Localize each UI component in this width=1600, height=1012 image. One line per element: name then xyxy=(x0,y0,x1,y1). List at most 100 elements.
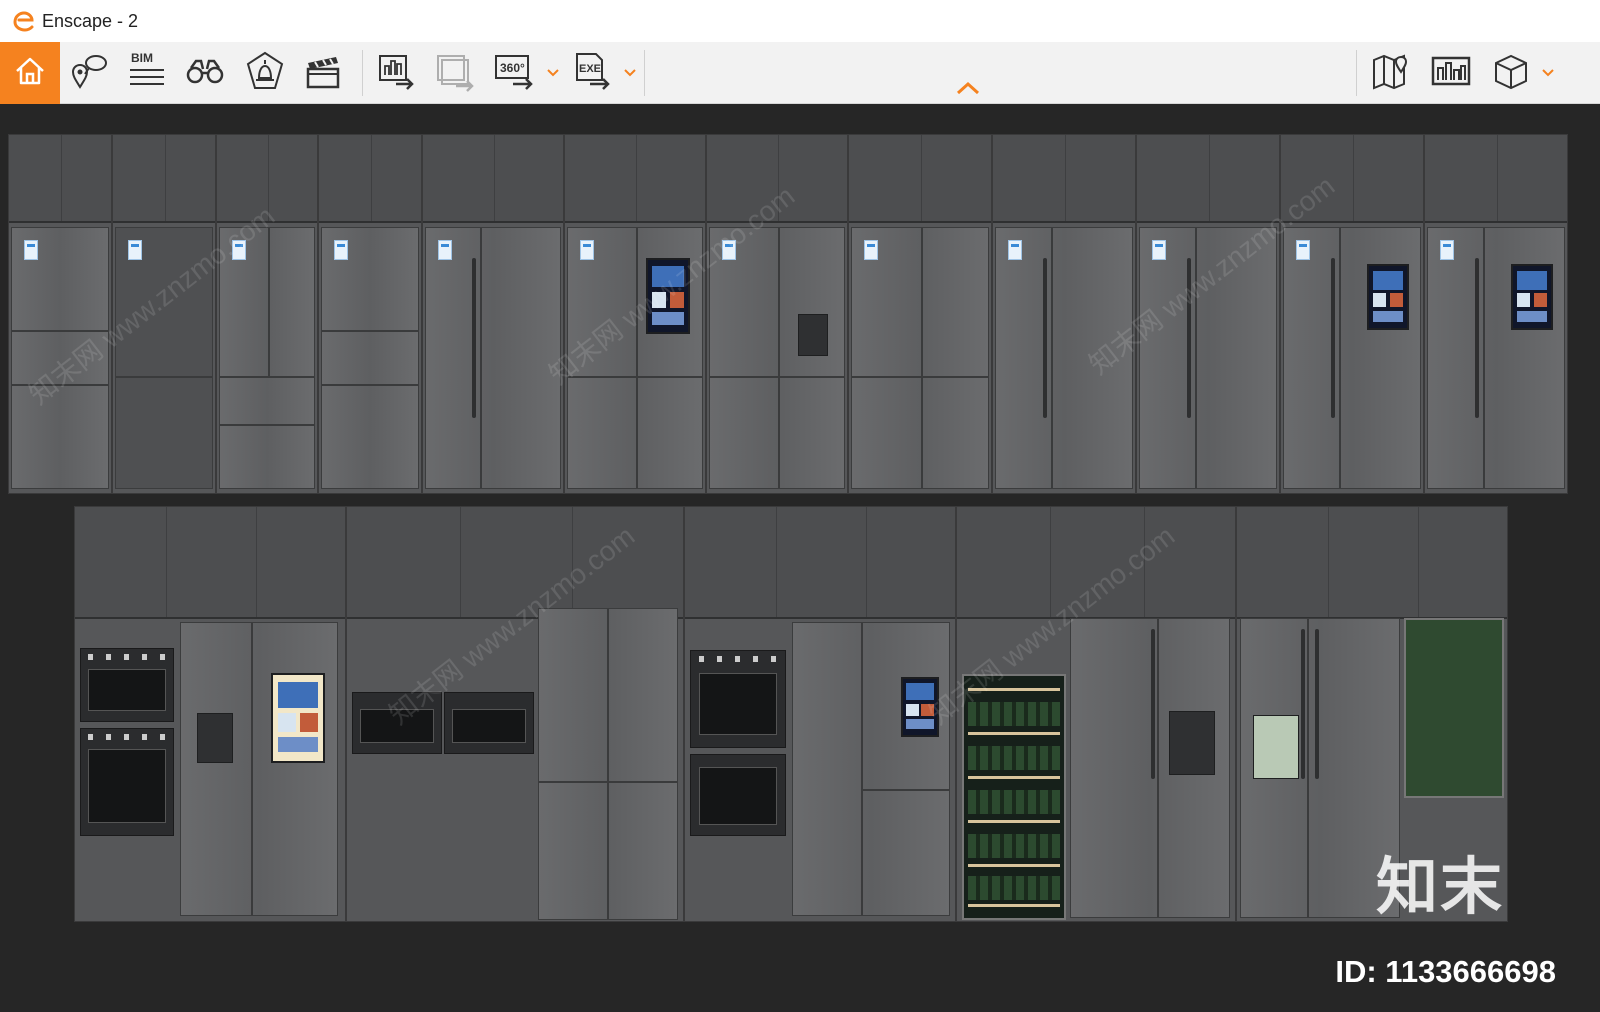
energy-label-sticker xyxy=(864,240,878,260)
object-dropdown[interactable] xyxy=(1540,64,1556,82)
home-button[interactable] xyxy=(0,42,60,104)
cabinet-seam xyxy=(1418,507,1419,617)
video-editor-button[interactable] xyxy=(294,42,352,104)
door-seam xyxy=(480,228,482,488)
door-handle xyxy=(1331,258,1335,418)
cabinet-unit xyxy=(706,134,848,494)
upper-cabinet xyxy=(1137,135,1279,223)
screen-content xyxy=(1389,293,1404,307)
bim-button[interactable]: BIM xyxy=(118,42,176,104)
wine-cooler xyxy=(962,674,1066,920)
collapse-toolbar-button[interactable] xyxy=(954,80,982,100)
panorama-dropdown[interactable] xyxy=(545,64,561,82)
binoculars-icon xyxy=(185,51,225,96)
screen-content xyxy=(1516,310,1548,322)
panorama-360-icon: 360° xyxy=(493,50,537,97)
water-dispenser xyxy=(1253,715,1299,779)
chevron-down-icon xyxy=(1542,64,1554,82)
screen-content xyxy=(906,703,919,716)
door-handle xyxy=(1187,258,1191,418)
upper-cabinet xyxy=(849,135,991,223)
map-button[interactable] xyxy=(1362,42,1420,104)
cabinet-seam xyxy=(371,135,372,221)
wine-bottles xyxy=(968,834,1060,858)
door-seam xyxy=(852,376,988,378)
oven-window xyxy=(88,749,166,823)
refrigerator xyxy=(321,227,419,489)
cabinet-seam xyxy=(866,507,867,617)
asset-library-button[interactable] xyxy=(1422,42,1480,104)
cabinet-unit xyxy=(8,134,112,494)
render-viewport[interactable]: 知末网 www.znzmo.com 知末网 www.znzmo.com 知末网 … xyxy=(0,104,1600,1012)
fridge-touch-screen xyxy=(901,677,939,737)
wine-bottles xyxy=(968,746,1060,770)
chevron-down-icon xyxy=(624,64,636,82)
fridge-touch-screen xyxy=(646,258,690,334)
upper-cabinet xyxy=(707,135,847,223)
built-in-coffee-machine xyxy=(444,692,534,754)
door-seam xyxy=(1157,619,1159,917)
energy-label-sticker xyxy=(438,240,452,260)
screen-content xyxy=(300,712,318,732)
main-toolbar: BIM 360° EXE xyxy=(0,42,1600,104)
cabinet-unit xyxy=(112,134,216,494)
binoculars-button[interactable] xyxy=(176,42,234,104)
exe-export-button[interactable]: EXE xyxy=(564,42,622,104)
cabinet-unit xyxy=(318,134,422,494)
door-handle xyxy=(472,258,476,418)
refrigerator xyxy=(538,608,678,920)
screen-content xyxy=(669,291,684,308)
views-button[interactable] xyxy=(60,42,118,104)
door-seam xyxy=(220,376,314,378)
screen-content xyxy=(278,712,296,732)
built-in-steam-oven xyxy=(352,692,442,754)
door-seam xyxy=(322,330,418,332)
cabinet-seam xyxy=(460,507,461,617)
door-seam xyxy=(220,424,314,426)
upper-cabinet xyxy=(75,507,345,619)
door-seam xyxy=(322,384,418,386)
cabinet-seam xyxy=(636,135,637,221)
screen-content xyxy=(652,311,684,325)
screen-content xyxy=(652,291,667,308)
cabinet-seam xyxy=(572,507,573,617)
batch-render-button[interactable] xyxy=(426,42,484,104)
object-button[interactable] xyxy=(1482,42,1540,104)
cabinet-seam xyxy=(1353,135,1354,221)
cabinet-seam xyxy=(1497,135,1498,221)
oven-controls xyxy=(88,734,166,740)
export-image-button[interactable] xyxy=(368,42,426,104)
cabinet-seam xyxy=(1065,135,1066,221)
refrigerator xyxy=(180,622,338,916)
exe-dropdown[interactable] xyxy=(622,64,638,82)
wine-shelf xyxy=(968,776,1060,779)
oven-window xyxy=(360,709,434,743)
refrigerator xyxy=(851,227,989,489)
atmosphere-icon xyxy=(244,50,286,97)
toolbar-separator xyxy=(644,50,645,96)
screen-content xyxy=(1372,310,1404,322)
svg-text:EXE: EXE xyxy=(579,63,601,75)
door-seam xyxy=(710,376,844,378)
energy-label-sticker xyxy=(1440,240,1454,260)
refrigerator xyxy=(115,227,213,489)
fridge-touch-screen xyxy=(1367,264,1409,330)
door-handle xyxy=(1151,629,1155,779)
atmosphere-button[interactable] xyxy=(236,42,294,104)
energy-label-sticker xyxy=(722,240,736,260)
panorama-button[interactable]: 360° xyxy=(486,42,544,104)
oven-window xyxy=(698,767,778,825)
cabinet-seam xyxy=(776,507,777,617)
toolbar-separator xyxy=(1356,50,1357,96)
door-seam xyxy=(1051,228,1053,488)
built-in-oven xyxy=(80,728,174,836)
screen-content xyxy=(1516,293,1531,307)
bim-icon: BIM xyxy=(126,50,168,97)
door-seam xyxy=(607,609,609,919)
svg-text:360°: 360° xyxy=(500,61,525,75)
refrigerator xyxy=(219,227,315,489)
door-handle xyxy=(1043,258,1047,418)
appliance-scene xyxy=(0,104,1600,1012)
upper-cabinet xyxy=(347,507,683,619)
oven-window xyxy=(452,709,526,743)
